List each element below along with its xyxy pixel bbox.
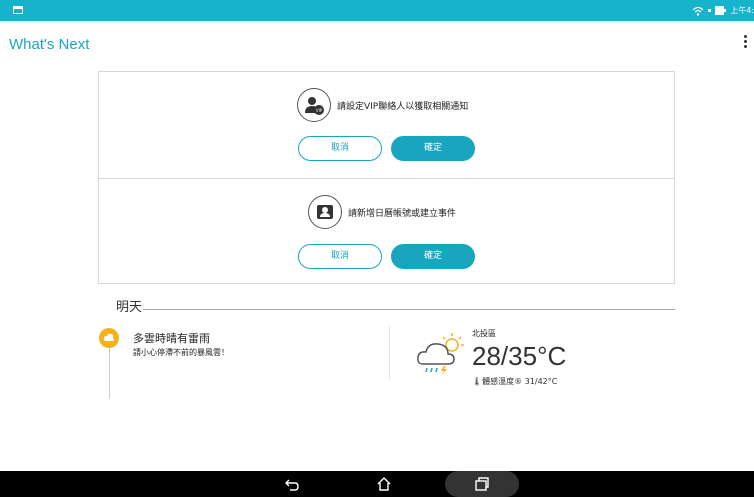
card-message: 請新增日曆帳號或建立事件 — [348, 208, 457, 219]
tomorrow-heading: 明天 — [116, 300, 143, 315]
thermometer-icon: 🌡 — [472, 377, 483, 386]
vip-contact-card: VIP 請設定VIP聯絡人以獲取相關通知 取消 確定 — [99, 72, 674, 179]
vertical-divider — [389, 326, 390, 380]
calendar-account-icon — [308, 195, 342, 229]
temperature-range: 28/35°C — [472, 341, 567, 371]
status-time: 上午4: — [730, 6, 754, 15]
svg-text:VIP: VIP — [316, 108, 323, 113]
card-message: 請設定VIP聯絡人以獲取相關通知 — [337, 101, 469, 112]
app-bar: What's Next — [0, 21, 754, 66]
weather-badge-icon — [99, 328, 119, 348]
status-icons: 上午4: — [692, 0, 754, 21]
cancel-button[interactable]: 取消 — [298, 244, 382, 269]
forecast-description: 請小心停滯不前的暴風雲！ — [133, 348, 229, 357]
back-icon[interactable] — [277, 471, 307, 497]
recent-apps-icon[interactable] — [445, 471, 519, 497]
card-message-row: 請新增日曆帳號或建立事件 — [308, 195, 456, 229]
forecast-title[interactable]: 多雲時晴有雷雨 — [133, 330, 210, 346]
thunderstorm-weather-icon — [417, 333, 464, 375]
wifi-icon — [692, 6, 704, 16]
overflow-menu-icon[interactable] — [742, 35, 748, 51]
suggestion-cards: VIP 請設定VIP聯絡人以獲取相關通知 取消 確定 請新增日曆帳號或建立事件 … — [98, 71, 675, 284]
feels-like-temperature: 🌡體感溫度® 31/42°C — [472, 376, 557, 387]
notification-icon — [13, 6, 23, 14]
vip-contact-icon: VIP — [297, 88, 331, 122]
section-divider — [143, 309, 675, 310]
status-bar: 上午4: — [0, 0, 754, 21]
battery-icon — [715, 6, 727, 15]
confirm-button[interactable]: 確定 — [391, 244, 475, 269]
location-label: 北投區 — [472, 329, 496, 338]
signal-dot-icon — [708, 9, 712, 12]
feels-like-text: 體感溫度® 31/42°C — [482, 377, 558, 386]
calendar-card: 請新增日曆帳號或建立事件 取消 確定 — [99, 178, 674, 284]
card-message-row: VIP 請設定VIP聯絡人以獲取相關通知 — [297, 88, 468, 122]
cancel-button[interactable]: 取消 — [298, 136, 382, 161]
navigation-bar — [0, 471, 754, 497]
home-icon[interactable] — [369, 471, 399, 497]
confirm-button[interactable]: 確定 — [391, 136, 475, 161]
page-title: What's Next — [9, 36, 90, 53]
